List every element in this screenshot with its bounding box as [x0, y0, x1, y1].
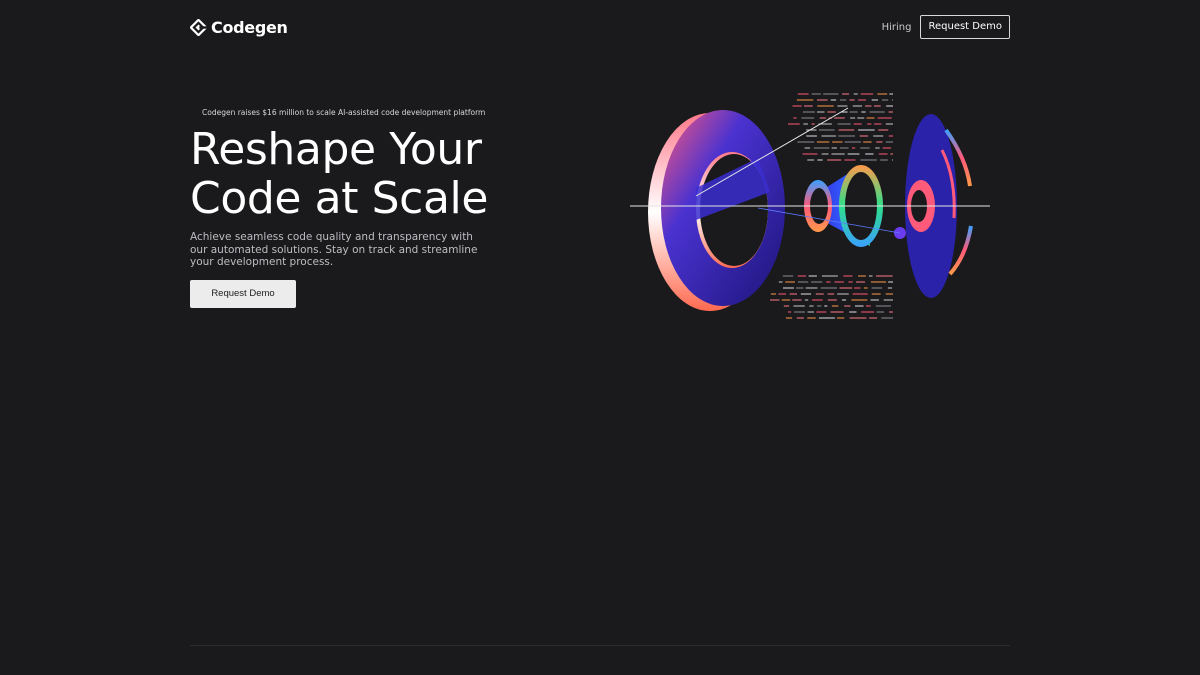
nav-hiring-link[interactable]: Hiring: [882, 18, 912, 37]
hero-section: Codegen raises $16 million to scale AI-a…: [190, 100, 610, 308]
header-nav: Hiring Request Demo: [882, 15, 1010, 39]
site-header: Codegen Hiring Request Demo: [190, 0, 1010, 54]
codegen-diamond-icon: [190, 18, 207, 36]
hero-request-demo-button[interactable]: Request Demo: [190, 279, 296, 308]
landing-page: Codegen Hiring Request Demo Codegen rais…: [0, 0, 1200, 675]
logo-text: Codegen: [211, 17, 288, 37]
logo-link[interactable]: Codegen: [190, 18, 288, 37]
hero-headline: Reshape Your Code at Scale: [190, 124, 489, 224]
rings-illustration-svg: [630, 93, 990, 319]
footer-divider: [190, 645, 1010, 646]
hero-subtext: Achieve seamless code quality and transp…: [190, 231, 478, 268]
announcement-banner[interactable]: Codegen raises $16 million to scale AI-a…: [190, 104, 497, 121]
abstract-rings-illustration: [628, 88, 992, 324]
nav-request-demo-button[interactable]: Request Demo: [920, 15, 1010, 39]
